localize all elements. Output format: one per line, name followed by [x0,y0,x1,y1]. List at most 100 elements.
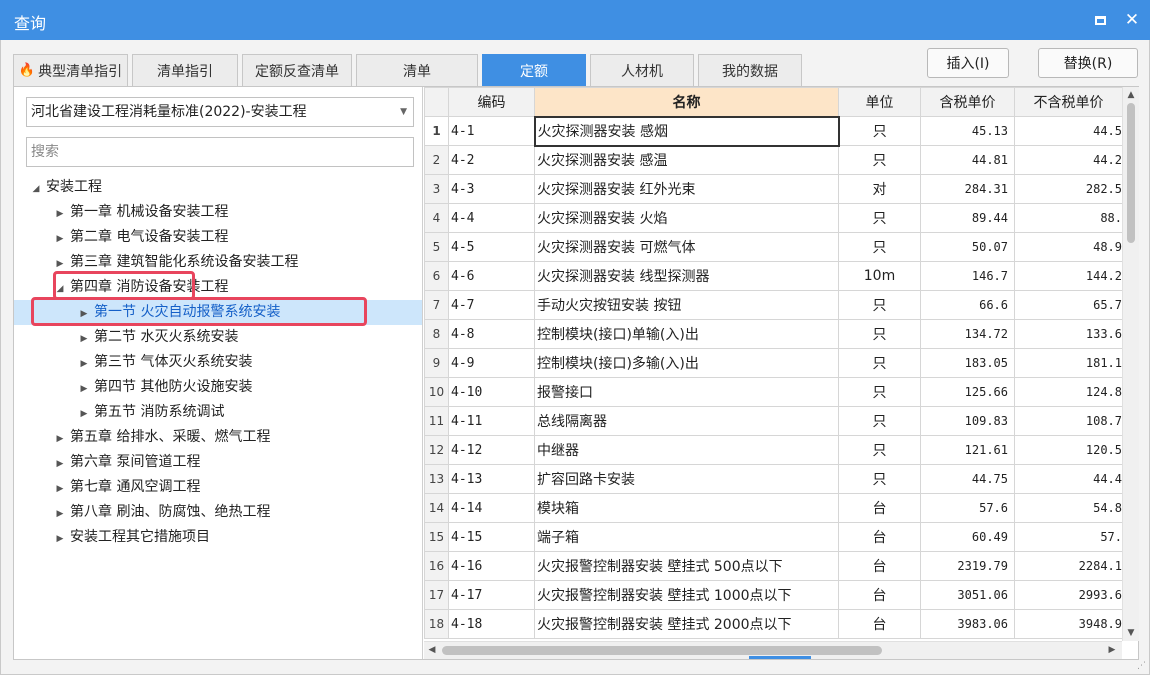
cell-tax-price[interactable]: 134.72 [920,319,1015,349]
cell-unit[interactable]: 只 [838,116,921,146]
maximize-button[interactable] [1088,8,1112,32]
row-index[interactable]: 9 [424,348,449,378]
tab-quota[interactable]: 定额 [482,54,586,86]
cell-code[interactable]: 4-1 [448,116,535,146]
column-header-name[interactable]: 名称 [534,87,839,117]
table-row[interactable]: 17 4-17 火灾报警控制器安装 壁挂式 1000点以下台 3051.06 2993.… [424,580,1123,610]
row-index[interactable]: 4 [424,203,449,233]
cell-notax-price[interactable]: 2993.6 [1014,580,1123,610]
table-row[interactable]: 18 4-18 火灾报警控制器安装 壁挂式 2000点以下台 3983.06 3948.… [424,609,1123,639]
cell-name[interactable]: 报警接口 [534,377,839,407]
row-index[interactable]: 3 [424,174,449,204]
scroll-up-icon[interactable]: ▲ [1123,87,1139,103]
cell-notax-price[interactable]: 108.7 [1014,406,1123,436]
splitter-grip[interactable] [749,656,811,659]
cell-code[interactable]: 4-2 [448,145,535,175]
cell-unit[interactable]: 台 [838,580,921,610]
cell-name[interactable]: 火灾探测器安装 可燃气体 [534,232,839,262]
scroll-down-icon[interactable]: ▼ [1123,625,1139,641]
row-index[interactable]: 14 [424,493,449,523]
cell-code[interactable]: 4-8 [448,319,535,349]
vertical-scrollbar[interactable]: ▲ ▼ [1122,87,1139,641]
cell-tax-price[interactable]: 3983.06 [920,609,1015,639]
table-row[interactable]: 15 4-15 端子箱台 60.49 57. [424,522,1123,552]
cell-unit[interactable]: 台 [838,551,921,581]
row-index[interactable]: 8 [424,319,449,349]
row-index[interactable]: 6 [424,261,449,291]
cell-tax-price[interactable]: 2319.79 [920,551,1015,581]
cell-name[interactable]: 火灾探测器安装 感烟 [533,115,840,147]
cell-tax-price[interactable]: 44.81 [920,145,1015,175]
cell-code[interactable]: 4-5 [448,232,535,262]
row-index[interactable]: 18 [424,609,449,639]
cell-notax-price[interactable]: 54.8 [1014,493,1123,523]
cell-name[interactable]: 手动火灾按钮安装 按钮 [534,290,839,320]
tree-node-other-measures[interactable]: ▶ 安装工程其它措施项目 [50,525,210,550]
cell-tax-price[interactable]: 66.6 [920,290,1015,320]
cell-name[interactable]: 中继器 [534,435,839,465]
tree-node-section-water[interactable]: ▶ 第二节 水灭火系统安装 [74,325,239,350]
cell-tax-price[interactable]: 45.13 [920,116,1015,146]
row-index[interactable]: 2 [424,145,449,175]
cell-tax-price[interactable]: 109.83 [920,406,1015,436]
row-index[interactable]: 13 [424,464,449,494]
cell-unit[interactable]: 对 [838,174,921,204]
column-header-unit[interactable]: 单位 [838,87,921,117]
cell-code[interactable]: 4-15 [448,522,535,552]
cell-notax-price[interactable]: 181.1 [1014,348,1123,378]
cell-code[interactable]: 4-4 [448,203,535,233]
cell-unit[interactable]: 只 [838,203,921,233]
insert-button[interactable]: 插入(I) [927,48,1009,78]
cell-tax-price[interactable]: 57.6 [920,493,1015,523]
cell-notax-price[interactable]: 44.5 [1014,116,1123,146]
tree-node-chapter-5[interactable]: ▶ 第五章 给排水、采暖、燃气工程 [50,425,271,450]
cell-notax-price[interactable]: 65.7 [1014,290,1123,320]
cell-notax-price[interactable]: 2284.1 [1014,551,1123,581]
table-row[interactable]: 3 4-3 火灾探测器安装 红外光束对 284.31 282.5 [424,174,1123,204]
cell-tax-price[interactable]: 183.05 [920,348,1015,378]
cell-code[interactable]: 4-11 [448,406,535,436]
table-row[interactable]: 4 4-4 火灾探测器安装 火焰只 89.44 88. [424,203,1123,233]
cell-tax-price[interactable]: 121.61 [920,435,1015,465]
vertical-scroll-thumb[interactable] [1127,103,1135,243]
cell-unit[interactable]: 只 [838,464,921,494]
row-index[interactable]: 11 [424,406,449,436]
cell-unit[interactable]: 10m [838,261,921,291]
cell-tax-price[interactable]: 44.75 [920,464,1015,494]
cell-name[interactable]: 模块箱 [534,493,839,523]
cell-tax-price[interactable]: 60.49 [920,522,1015,552]
tab-my-data[interactable]: 我的数据 [698,54,802,86]
table-row[interactable]: 2 4-2 火灾探测器安装 感温只 44.81 44.2 [424,145,1123,175]
cell-code[interactable]: 4-13 [448,464,535,494]
table-row[interactable]: 5 4-5 火灾探测器安装 可燃气体只 50.07 48.9 [424,232,1123,262]
cell-name[interactable]: 火灾探测器安装 红外光束 [534,174,839,204]
row-index[interactable]: 16 [424,551,449,581]
cell-unit[interactable]: 只 [838,435,921,465]
table-row[interactable]: 6 4-6 火灾探测器安装 线型探测器 10m 146.7 144.2 [424,261,1123,291]
tree-node-section-debug[interactable]: ▶ 第五节 消防系统调试 [74,400,225,425]
cell-notax-price[interactable]: 124.8 [1014,377,1123,407]
row-index[interactable]: 1 [424,116,449,146]
cell-name[interactable]: 火灾探测器安装 火焰 [534,203,839,233]
cell-unit[interactable]: 只 [838,145,921,175]
tree-node-section-other[interactable]: ▶ 第四节 其他防火设施安装 [74,375,253,400]
cell-tax-price[interactable]: 3051.06 [920,580,1015,610]
search-input[interactable] [26,137,414,167]
cell-tax-price[interactable]: 146.7 [920,261,1015,291]
cell-tax-price[interactable]: 125.66 [920,377,1015,407]
table-row[interactable]: 8 4-8 控制模块(接口)单输(入)出只 134.72 133.6 [424,319,1123,349]
cell-unit[interactable]: 只 [838,377,921,407]
scroll-right-icon[interactable]: ▶ [1104,642,1120,659]
row-index[interactable]: 12 [424,435,449,465]
cell-unit[interactable]: 台 [838,522,921,552]
table-row[interactable]: 12 4-12 中继器只 121.61 120.5 [424,435,1123,465]
tree-node-chapter-2[interactable]: ▶ 第二章 电气设备安装工程 [50,225,229,250]
cell-unit[interactable]: 只 [838,406,921,436]
tree-node-chapter-7[interactable]: ▶ 第七章 通风空调工程 [50,475,201,500]
cell-unit[interactable]: 台 [838,609,921,639]
column-header-tax-price[interactable]: 含税单价 [920,87,1015,117]
tab-labor-material-machine[interactable]: 人材机 [590,54,694,86]
horizontal-scroll-thumb[interactable] [442,646,882,655]
library-select[interactable]: 河北省建设工程消耗量标准(2022)-安装工程 ▼ [26,97,414,127]
cell-unit[interactable]: 只 [838,232,921,262]
